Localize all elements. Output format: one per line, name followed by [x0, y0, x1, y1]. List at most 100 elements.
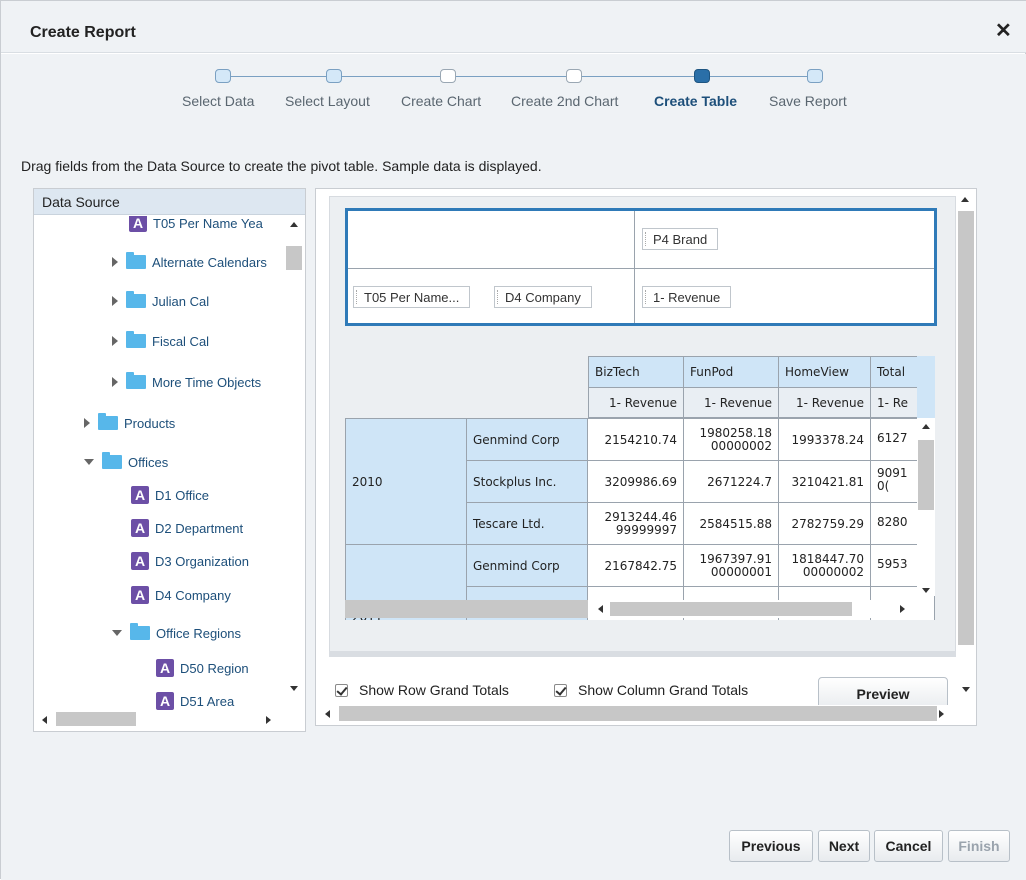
scroll-down-arrow-icon[interactable]	[962, 687, 970, 692]
scroll-up-arrow-icon[interactable]	[922, 424, 930, 429]
attribute-icon: A	[156, 692, 174, 710]
folder-icon	[126, 372, 146, 389]
tree-item-d2-department[interactable]: A D2 Department	[131, 517, 243, 539]
expand-icon[interactable]	[112, 296, 118, 306]
expand-icon[interactable]	[112, 377, 118, 387]
tree-item-d50-region[interactable]: A D50 Region	[156, 657, 249, 679]
train-connector	[231, 76, 815, 77]
tree-item-d4-company[interactable]: A D4 Company	[131, 584, 231, 606]
row-edge-chip-company[interactable]: D4 Company	[494, 286, 592, 308]
train-label-save-report[interactable]: Save Report	[769, 93, 847, 109]
tree-item-office-regions[interactable]: Office Regions	[112, 622, 241, 644]
finish-button: Finish	[948, 830, 1010, 862]
show-row-grand-totals-checkbox[interactable]	[335, 684, 348, 697]
attribute-icon: A	[156, 659, 174, 677]
train-label-select-data[interactable]: Select Data	[182, 93, 254, 109]
column-header-homeview[interactable]: HomeView	[779, 356, 871, 388]
measure-header: 1- Revenue	[779, 388, 871, 418]
create-report-dialog: Create Report ✕ Select Data Select Layou…	[0, 0, 1026, 880]
tree-item-d1-office[interactable]: A D1 Office	[131, 484, 209, 506]
pivot-value-cell: 1818447.70 00000002	[779, 545, 871, 587]
scroll-right-arrow-icon[interactable]	[939, 710, 944, 718]
main-vertical-scrollbar[interactable]	[956, 193, 975, 648]
tree-item-fiscal-cal[interactable]: Fiscal Cal	[112, 330, 209, 352]
train-stop-save-report[interactable]	[807, 69, 823, 83]
attribute-icon: A	[131, 586, 149, 604]
scroll-down-arrow-icon[interactable]	[290, 686, 298, 691]
expand-icon[interactable]	[84, 418, 90, 428]
train-stop-create-chart[interactable]	[440, 69, 456, 83]
pivot-vertical-scrollbar[interactable]	[917, 418, 935, 596]
tree-item-d3-organization[interactable]: A D3 Organization	[131, 550, 249, 572]
show-row-grand-totals-label[interactable]: Show Row Grand Totals	[359, 682, 509, 698]
folder-icon	[130, 623, 150, 640]
row-header-company[interactable]: Genmind Corp	[467, 418, 588, 461]
row-header-company[interactable]: Stockplus Inc.	[467, 461, 588, 503]
collapse-icon[interactable]	[112, 630, 122, 636]
previous-button[interactable]: Previous	[729, 830, 813, 862]
attribute-icon: A	[131, 519, 149, 537]
drop-zone-divider	[348, 268, 934, 269]
show-column-grand-totals-label[interactable]: Show Column Grand Totals	[578, 682, 748, 698]
data-source-vertical-scrollbar[interactable]	[285, 216, 304, 711]
pivot-row-header-scroll-region	[345, 600, 588, 618]
row-header-year-2010[interactable]: 2010	[345, 418, 467, 545]
scroll-thumb[interactable]	[56, 712, 136, 726]
data-source-panel: Data Source A T05 Per Name Yea Alternate…	[33, 188, 306, 732]
scroll-left-arrow-icon[interactable]	[598, 605, 603, 613]
train-label-create-chart[interactable]: Create Chart	[401, 93, 481, 109]
train-stop-create-table	[694, 69, 710, 83]
column-header-funpod[interactable]: FunPod	[684, 356, 779, 388]
train-label-create-2nd-chart[interactable]: Create 2nd Chart	[511, 93, 618, 109]
tree-item-more-time-objects[interactable]: More Time Objects	[112, 371, 261, 393]
cancel-button[interactable]: Cancel	[874, 830, 943, 862]
scroll-thumb[interactable]	[286, 246, 302, 270]
scroll-up-arrow-icon[interactable]	[290, 222, 298, 227]
row-header-company[interactable]: Genmind Corp	[467, 545, 588, 587]
column-header-biztech[interactable]: BizTech	[588, 356, 684, 388]
tree-item-julian-cal[interactable]: Julian Cal	[112, 290, 209, 312]
close-icon[interactable]: ✕	[995, 21, 1012, 41]
next-button[interactable]: Next	[818, 830, 870, 862]
tree-item-d51-area[interactable]: A D51 Area	[156, 690, 234, 712]
tree-item-alternate-calendars[interactable]: Alternate Calendars	[112, 251, 267, 273]
scroll-right-arrow-icon[interactable]	[900, 605, 905, 613]
canvas-resize-handle[interactable]	[329, 651, 956, 657]
main-horizontal-scrollbar[interactable]	[319, 705, 953, 723]
expand-icon[interactable]	[112, 257, 118, 267]
row-edge-chip-period[interactable]: T05 Per Name...	[353, 286, 471, 308]
scroll-thumb[interactable]	[339, 706, 937, 721]
train-stop-select-data[interactable]	[215, 69, 231, 83]
row-header-company[interactable]: Tescare Ltd.	[467, 503, 588, 545]
pivot-table-viewport: BizTech FunPod HomeView Total 1- Revenue…	[345, 356, 935, 620]
scroll-up-arrow-icon[interactable]	[961, 197, 969, 202]
pivot-value-cell: 2167842.75	[588, 545, 684, 587]
scroll-right-arrow-icon[interactable]	[266, 716, 271, 724]
tree-item-products[interactable]: Products	[84, 412, 175, 434]
show-column-grand-totals-checkbox[interactable]	[554, 684, 567, 697]
column-edge-chip[interactable]: P4 Brand	[642, 228, 719, 250]
train-label-select-layout[interactable]: Select Layout	[285, 93, 370, 109]
scroll-thumb[interactable]	[918, 440, 934, 510]
scroll-thumb[interactable]	[610, 602, 852, 616]
pivot-value-cell: 2782759.29	[779, 503, 871, 545]
dialog-title: Create Report	[30, 24, 136, 41]
tree-item-t05-per-name-year[interactable]: A T05 Per Name Yea	[129, 216, 263, 234]
tree-item-offices[interactable]: Offices	[84, 451, 168, 473]
train-stop-create-2nd-chart[interactable]	[566, 69, 582, 83]
scroll-left-arrow-icon[interactable]	[42, 716, 47, 724]
scroll-thumb[interactable]	[958, 211, 974, 645]
pivot-header-scroll-region	[917, 356, 935, 418]
folder-icon	[126, 252, 146, 269]
train-stop-select-layout[interactable]	[326, 69, 342, 83]
expand-icon[interactable]	[112, 336, 118, 346]
scroll-left-arrow-icon[interactable]	[325, 710, 330, 718]
scroll-down-arrow-icon[interactable]	[922, 588, 930, 593]
measure-header: 1- Revenue	[684, 388, 779, 418]
measure-chip[interactable]: 1- Revenue	[642, 286, 732, 308]
pivot-value-cell: 2584515.88	[684, 503, 779, 545]
data-source-horizontal-scrollbar[interactable]	[34, 711, 284, 729]
collapse-icon[interactable]	[84, 459, 94, 465]
pivot-horizontal-scrollbar[interactable]	[588, 600, 917, 618]
attribute-icon: A	[131, 486, 149, 504]
